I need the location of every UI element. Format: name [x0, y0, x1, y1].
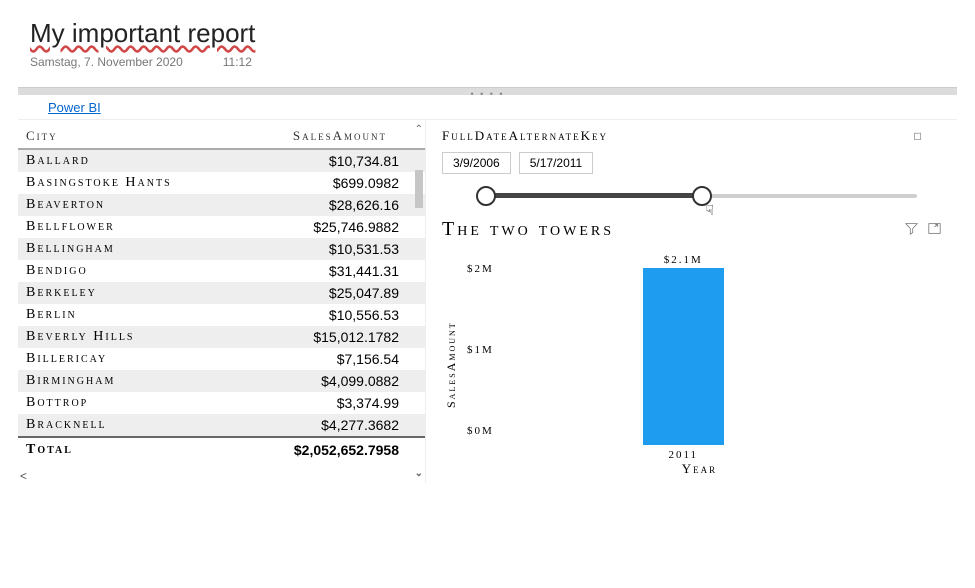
report-title[interactable]: My important report	[30, 18, 255, 49]
cell-sales: $4,277.3682	[226, 417, 417, 433]
cell-sales: $4,099.0882	[226, 373, 417, 389]
table-row[interactable]: Bellingham$10,531.53	[18, 238, 425, 260]
table-row[interactable]: Beverly Hills$15,012.1782	[18, 326, 425, 348]
cell-sales: $10,734.81	[226, 153, 417, 169]
cell-sales: $10,531.53	[226, 241, 417, 257]
cell-sales: $7,156.54	[226, 351, 417, 367]
bar-2011[interactable]	[643, 268, 724, 445]
y-tick: $1M	[467, 344, 494, 356]
cell-city: Beverly Hills	[26, 329, 226, 345]
cell-sales: $15,012.1782	[226, 329, 417, 345]
cell-sales: $25,746.9882	[226, 219, 417, 235]
table-row[interactable]: Billericay$7,156.54	[18, 348, 425, 370]
slicer-title: FullDateAlternateKey	[442, 128, 941, 144]
date-range-slider[interactable]: ☟	[486, 182, 917, 210]
scrollbar-thumb[interactable]	[415, 170, 423, 208]
y-tick: $0M	[467, 425, 494, 437]
pane-divider[interactable]: • • • •	[18, 87, 957, 95]
slider-fill	[486, 193, 702, 198]
chart-title: The two towers	[442, 218, 905, 241]
cell-city: Berlin	[26, 307, 226, 323]
report-date: Samstag, 7. November 2020	[30, 55, 183, 69]
table-row[interactable]: Bottrop$3,374.99	[18, 392, 425, 414]
cell-city: Birmingham	[26, 373, 226, 389]
cell-sales: $28,626.16	[226, 197, 417, 213]
drag-handle-icon[interactable]: • • • •	[470, 89, 504, 99]
table-row[interactable]: Basingstoke Hants$699.0982	[18, 172, 425, 194]
column-header-city[interactable]: City	[26, 128, 226, 144]
table-row[interactable]: Bracknell$4,277.3682	[18, 414, 425, 436]
scroll-left-icon[interactable]: <	[20, 469, 27, 483]
scroll-down-icon[interactable]: ⌄	[415, 468, 423, 479]
table-row[interactable]: Birmingham$4,099.0882	[18, 370, 425, 392]
table-row[interactable]: Ballard$10,734.81	[18, 150, 425, 172]
cell-sales: $699.0982	[226, 175, 417, 191]
cell-city: Beaverton	[26, 197, 226, 213]
slider-handle-end[interactable]	[692, 186, 712, 206]
cell-city: Billericay	[26, 351, 226, 367]
powerbi-link[interactable]: Power BI	[48, 100, 101, 115]
vertical-scrollbar[interactable]	[415, 170, 423, 416]
cell-city: Berkeley	[26, 285, 226, 301]
x-axis-label: Year	[498, 461, 901, 477]
cell-city: Bellingham	[26, 241, 226, 257]
total-value: $2,052,652.7958	[226, 442, 417, 458]
y-tick: $2M	[467, 263, 494, 275]
column-header-sales[interactable]: SalesAmount	[226, 128, 417, 144]
sales-table: City SalesAmount ⌃ Ballard$10,734.81Basi…	[18, 120, 426, 483]
date-start-input[interactable]: 3/9/2006	[442, 152, 511, 174]
table-row[interactable]: Bellflower$25,746.9882	[18, 216, 425, 238]
cell-city: Bendigo	[26, 263, 226, 279]
table-row[interactable]: Berlin$10,556.53	[18, 304, 425, 326]
cell-sales: $25,047.89	[226, 285, 417, 301]
table-row[interactable]: Beaverton$28,626.16	[18, 194, 425, 216]
cell-sales: $31,441.31	[226, 263, 417, 279]
filter-icon[interactable]	[905, 222, 918, 238]
x-tick-0: 2011	[643, 449, 724, 461]
bar-data-label: $2.1M	[643, 254, 724, 266]
cell-city: Bracknell	[26, 417, 226, 433]
report-time: 11:12	[223, 55, 252, 69]
cell-city: Bellflower	[26, 219, 226, 235]
bar-chart[interactable]: SalesAmount $2M $1M $0M $2.1M 2011 Year	[442, 255, 941, 475]
cell-sales: $3,374.99	[226, 395, 417, 411]
table-row[interactable]: Berkeley$25,047.89	[18, 282, 425, 304]
scroll-up-icon[interactable]: ⌃	[415, 124, 423, 135]
table-row[interactable]: Bendigo$31,441.31	[18, 260, 425, 282]
cell-city: Basingstoke Hants	[26, 175, 226, 191]
y-axis-label: SalesAmount	[442, 255, 461, 475]
slider-handle-start[interactable]	[476, 186, 496, 206]
cell-sales: $10,556.53	[226, 307, 417, 323]
total-label: Total	[26, 442, 226, 458]
cell-city: Ballard	[26, 153, 226, 169]
focus-mode-icon[interactable]	[928, 222, 941, 238]
date-end-input[interactable]: 5/17/2011	[519, 152, 594, 174]
cell-city: Bottrop	[26, 395, 226, 411]
